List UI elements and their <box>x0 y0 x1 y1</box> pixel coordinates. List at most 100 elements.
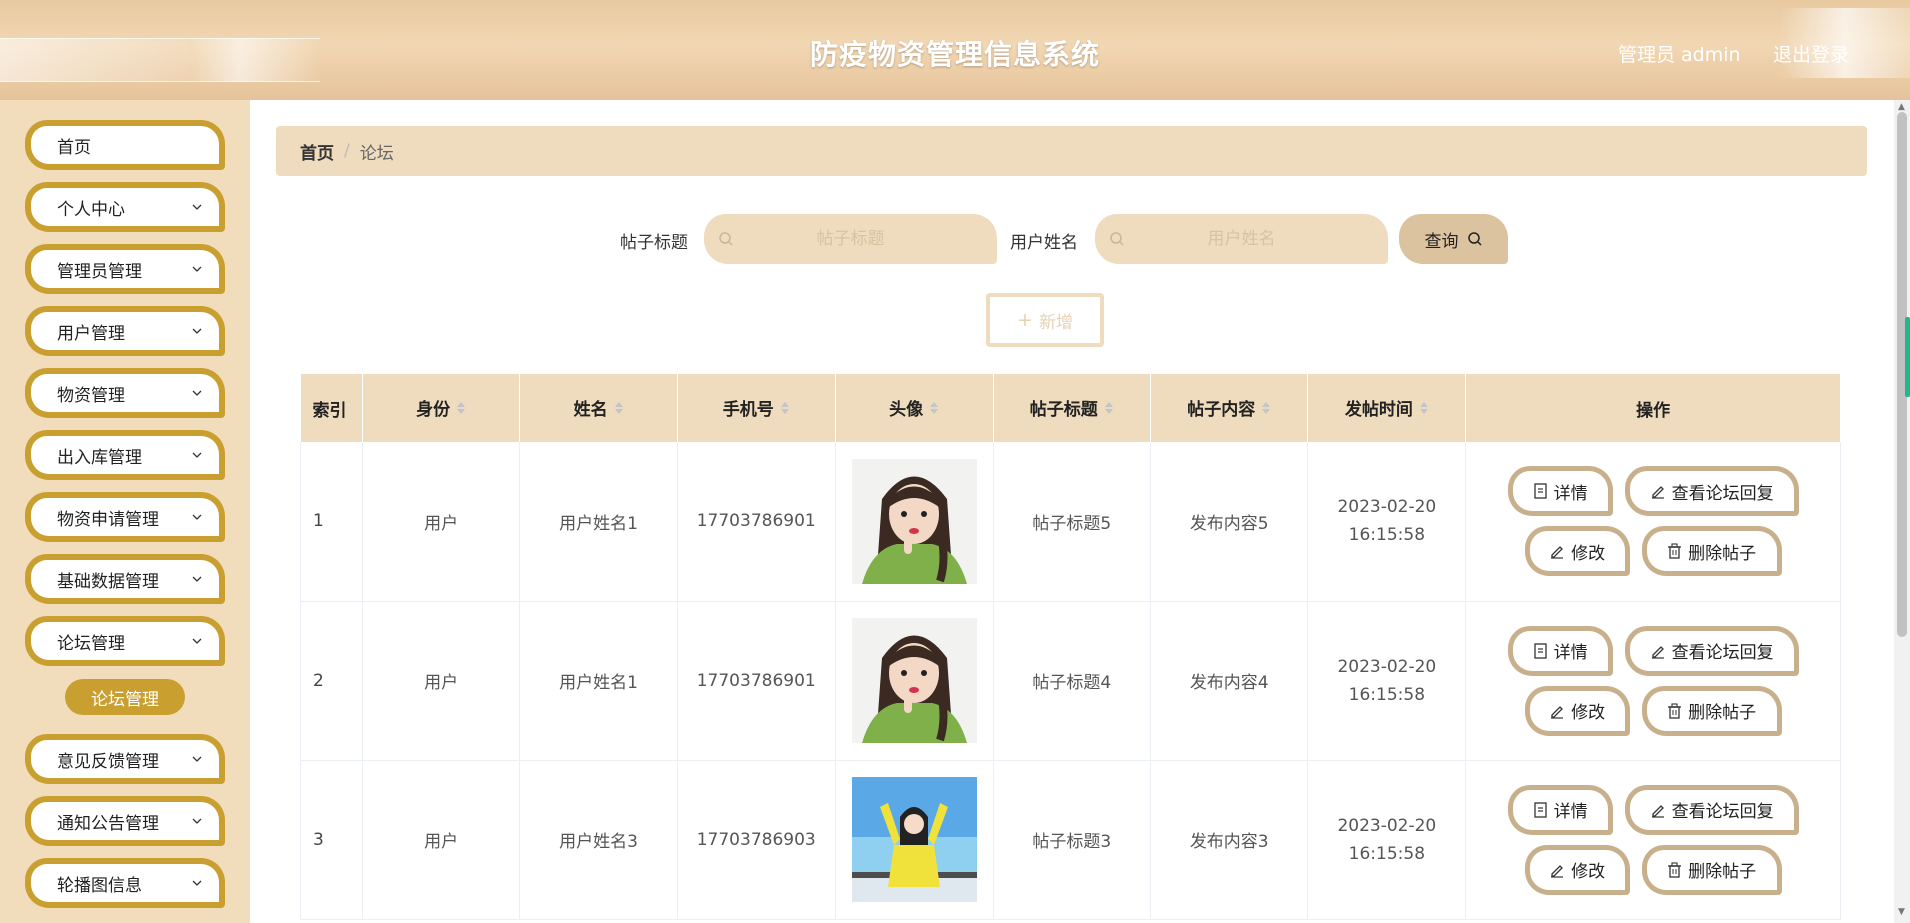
cell-post-title: 帖子标题5 <box>993 442 1152 602</box>
table-row: 2 用户 用户姓名1 17703786901 帖子标题4 发布内容4 2023-02-20 … <box>300 601 1841 761</box>
chevron-down-icon <box>192 390 202 396</box>
sidebar-subitem-forum-management[interactable]: 论坛管理 <box>65 679 185 715</box>
sidebar-item-feedback-management[interactable]: 意见反馈管理 <box>25 734 225 784</box>
breadcrumb-current: 论坛 <box>359 143 394 164</box>
edit-button[interactable]: 修改 <box>1524 844 1630 895</box>
detail-button[interactable]: 详情 <box>1507 784 1613 835</box>
sidebar-item-user-management[interactable]: 用户管理 <box>25 306 225 356</box>
cell-name: 用户姓名1 <box>519 442 678 602</box>
cell-post-title: 帖子标题4 <box>993 601 1152 761</box>
column-header-name[interactable]: 姓名 <box>519 374 678 442</box>
user-name-input[interactable] <box>1095 214 1388 264</box>
sidebar-item-material-application-management[interactable]: 物资申请管理 <box>25 492 225 542</box>
cell-role: 用户 <box>362 760 521 920</box>
view-replies-button[interactable]: 查看论坛回复 <box>1624 784 1799 835</box>
column-header-index: 索引 <box>300 374 363 442</box>
query-button[interactable]: 查询 <box>1399 214 1508 264</box>
edit-label: 修改 <box>1571 543 1606 564</box>
edit-button[interactable]: 修改 <box>1524 526 1630 577</box>
sort-icon[interactable] <box>1419 400 1429 421</box>
delete-label: 删除帖子 <box>1688 862 1757 882</box>
view-replies-label: 查看论坛回复 <box>1671 483 1774 504</box>
user-avatar <box>851 618 977 743</box>
sort-icon[interactable] <box>780 400 790 421</box>
add-button[interactable]: + 新增 <box>986 293 1104 347</box>
cell-name: 用户姓名3 <box>519 760 678 920</box>
column-header-post-title[interactable]: 帖子标题 <box>993 374 1152 442</box>
breadcrumb-home[interactable]: 首页 <box>300 139 334 164</box>
forum-table: 索引 身份 姓名 手机号 头像 帖子标题 帖子内容 发帖时间 操作 1 用户 用户姓… <box>300 374 1841 920</box>
sidebar-item-home[interactable]: 首页 <box>25 120 225 170</box>
user-name-search-box[interactable] <box>1095 214 1388 264</box>
sidebar-item-label: 首页 <box>57 137 91 158</box>
chevron-down-icon <box>192 204 202 210</box>
document-icon <box>1533 801 1547 818</box>
edit-icon <box>1551 705 1564 719</box>
post-title-label: 帖子标题 <box>620 233 688 253</box>
sidebar-item-label: 管理员管理 <box>57 261 142 282</box>
delete-post-button[interactable]: 删除帖子 <box>1641 685 1782 736</box>
trash-icon <box>1668 702 1682 719</box>
sidebar-item-label: 轮播图信息 <box>57 875 142 896</box>
sort-icon[interactable] <box>1104 400 1114 421</box>
chevron-down-icon <box>192 756 202 762</box>
sidebar-item-label: 基础数据管理 <box>57 571 159 592</box>
scroll-up-icon[interactable]: ▲ <box>1898 102 1905 112</box>
column-header-actions: 操作 <box>1465 374 1841 442</box>
delete-label: 删除帖子 <box>1688 543 1757 564</box>
sidebar-item-carousel-info[interactable]: 轮播图信息 <box>25 858 225 908</box>
trash-icon <box>1668 543 1682 559</box>
column-header-phone[interactable]: 手机号 <box>677 374 836 442</box>
edit-icon <box>1551 546 1564 559</box>
detail-button[interactable]: 详情 <box>1507 466 1613 517</box>
column-header-post-time[interactable]: 发帖时间 <box>1307 374 1467 442</box>
chevron-down-icon <box>192 638 202 644</box>
sort-icon[interactable] <box>456 400 466 421</box>
sidebar-item-admin-management[interactable]: 管理员管理 <box>25 244 225 294</box>
column-header-role[interactable]: 身份 <box>362 374 521 442</box>
cell-index: 3 <box>300 760 363 920</box>
cell-actions: 详情 查看论坛回复修改 删除帖子 <box>1465 760 1841 920</box>
delete-post-button[interactable]: 删除帖子 <box>1641 526 1782 577</box>
delete-post-button[interactable]: 删除帖子 <box>1641 844 1782 895</box>
sort-icon[interactable] <box>929 400 939 421</box>
post-title-search-box[interactable] <box>704 214 997 264</box>
detail-label: 详情 <box>1553 802 1588 822</box>
sidebar-item-label: 物资申请管理 <box>57 509 159 530</box>
sort-icon[interactable] <box>614 400 624 421</box>
chevron-down-icon <box>192 576 202 582</box>
column-header-post-content[interactable]: 帖子内容 <box>1150 374 1309 442</box>
detail-button[interactable]: 详情 <box>1507 625 1613 676</box>
search-icon <box>1467 232 1482 246</box>
document-icon <box>1533 642 1547 659</box>
search-icon <box>719 232 733 246</box>
sidebar-item-forum-management[interactable]: 论坛管理 <box>25 616 225 666</box>
chevron-down-icon <box>192 880 202 886</box>
edit-icon <box>1651 486 1664 499</box>
scroll-down-icon[interactable]: ▼ <box>1898 907 1905 917</box>
logout-link[interactable]: 退出登录 <box>1773 40 1849 67</box>
sort-icon[interactable] <box>1261 400 1271 421</box>
sidebar-item-label: 论坛管理 <box>57 633 125 654</box>
sidebar-item-warehouse-io-management[interactable]: 出入库管理 <box>25 430 225 480</box>
cell-index: 2 <box>300 601 363 761</box>
view-replies-label: 查看论坛回复 <box>1671 802 1774 822</box>
add-label: 新增 <box>1038 312 1073 333</box>
view-replies-button[interactable]: 查看论坛回复 <box>1624 466 1799 517</box>
trash-icon <box>1668 861 1682 878</box>
user-avatar <box>851 777 977 902</box>
sidebar-item-basic-data-management[interactable]: 基础数据管理 <box>25 554 225 604</box>
sidebar-item-label: 物资管理 <box>57 385 125 406</box>
sidebar-item-personal-center[interactable]: 个人中心 <box>25 182 225 232</box>
sidebar-item-notice-management[interactable]: 通知公告管理 <box>25 796 225 846</box>
cell-post-time: 2023-02-20 16:15:58 <box>1307 601 1467 761</box>
sidebar-item-material-management[interactable]: 物资管理 <box>25 368 225 418</box>
sidebar-item-label: 意见反馈管理 <box>57 751 159 772</box>
cell-post-time: 2023-02-20 16:15:58 <box>1307 760 1467 920</box>
cell-avatar <box>835 601 994 761</box>
post-title-input[interactable] <box>704 214 997 264</box>
edit-button[interactable]: 修改 <box>1524 685 1630 736</box>
main-content: 首页 / 论坛 帖子标题 用户姓名 查询 + 新增 索引 身份 姓名 手机号 头… <box>250 100 1910 923</box>
column-header-avatar[interactable]: 头像 <box>835 374 994 442</box>
view-replies-button[interactable]: 查看论坛回复 <box>1624 625 1799 676</box>
